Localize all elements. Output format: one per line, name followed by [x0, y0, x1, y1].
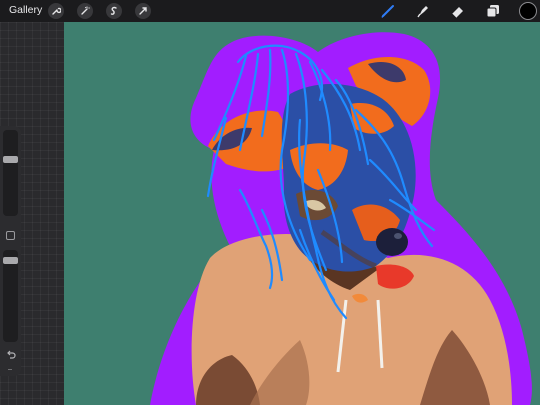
undo-icon[interactable]	[5, 348, 17, 360]
opacity-slider[interactable]	[3, 250, 18, 342]
top-toolbar: Gallery	[0, 0, 540, 22]
brush-icon[interactable]	[379, 2, 397, 20]
brush-size-slider[interactable]	[3, 130, 18, 216]
color-picker-button[interactable]	[519, 2, 537, 20]
side-toolbar	[0, 126, 21, 376]
eraser-icon[interactable]	[449, 2, 467, 20]
artwork	[150, 32, 532, 405]
gallery-button[interactable]: Gallery	[9, 4, 42, 16]
selection-icon[interactable]	[106, 3, 122, 19]
brush-size-thumb[interactable]	[3, 156, 18, 163]
drawing-canvas[interactable]	[64, 22, 540, 405]
smudge-icon[interactable]	[414, 2, 432, 20]
transform-icon[interactable]	[135, 3, 151, 19]
layers-icon[interactable]	[484, 2, 502, 20]
magic-wand-icon[interactable]	[77, 3, 93, 19]
sidebar	[0, 22, 64, 405]
opacity-thumb[interactable]	[3, 257, 18, 264]
modify-button[interactable]	[6, 231, 15, 240]
wrench-icon[interactable]	[48, 3, 64, 19]
redo-icon[interactable]	[8, 369, 12, 370]
